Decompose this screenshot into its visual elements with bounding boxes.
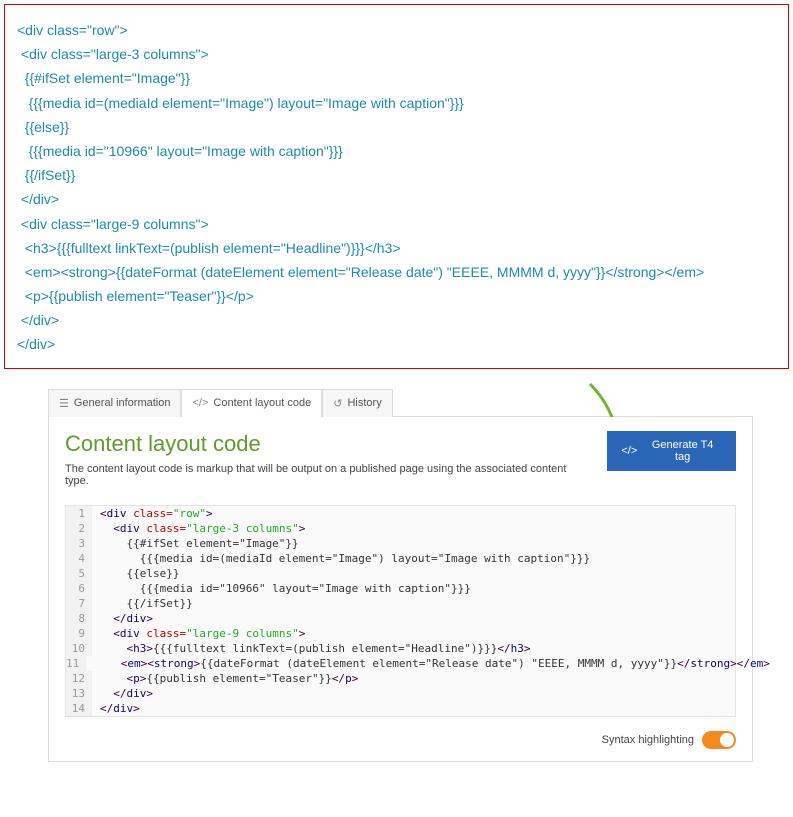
tabs: ☰ General information </> Content layout c… [48,389,753,417]
editor-row: 2 <div class="large-3 columns"> [66,521,735,536]
code-line: {{{media id=(mediaId element="Image") la… [92,551,590,566]
code-line: {{{media id="10966" layout="Image with c… [92,581,471,596]
editor-row: 9 <div class="large-9 columns"> [66,626,735,641]
editor-row: 5 {{else}} [66,566,735,581]
code-line: </div> [92,611,153,626]
code-line: {{/ifSet}} [92,596,193,611]
line-number: 10 [66,641,92,656]
code-line: <div class="large-3 columns"> [92,521,305,536]
line-number: 11 [66,656,86,671]
line-number: 7 [66,596,92,611]
generate-t4-button[interactable]: </> Generate T4 tag [607,431,736,471]
line-number: 13 [66,686,92,701]
history-icon: ↺ [333,397,342,410]
line-number: 1 [66,506,92,521]
template-line: {{{media id="10966" layout="Image with c… [17,142,776,160]
editor-row: 14</div> [66,701,735,716]
tab-label: Content layout code [213,397,311,409]
editor-row: 6 {{{media id="10966" layout="Image with… [66,581,735,596]
line-number: 8 [66,611,92,626]
tab-label: History [347,397,381,409]
tab-history[interactable]: ↺ History [322,389,392,417]
code-icon: </> [621,445,637,457]
code-editor[interactable]: 1<div class="row">2 <div class="large-3 … [65,505,736,717]
editor-row: 11 <em><strong>{{dateFormat (dateElement… [66,656,735,671]
tab-code[interactable]: </> Content layout code [181,389,322,417]
template-line: <em><strong>{{dateFormat (dateElement el… [17,263,776,281]
code-line: <p>{{publish element="Teaser"}}</p> [92,671,358,686]
code-icon: </> [192,397,208,409]
editor-row: 7 {{/ifSet}} [66,596,735,611]
slider-icon: ☰ [59,397,69,410]
line-number: 14 [66,701,92,716]
card: Content layout code The content layout c… [48,417,753,762]
layout-panel: ☰General information </>Content layout c… [48,389,753,762]
editor-row: 13 </div> [66,686,735,701]
code-line: <em><strong>{{dateFormat (dateElement el… [86,656,770,671]
syntax-toggle[interactable] [702,731,736,749]
syntax-toggle-row: Syntax highlighting [65,731,736,749]
template-line: {{#ifSet element="Image"}} [17,69,776,87]
syntax-label: Syntax highlighting [602,734,694,746]
template-line: </div> [17,311,776,329]
editor-row: 12 <p>{{publish element="Teaser"}}</p> [66,671,735,686]
code-line: {{else}} [92,566,179,581]
template-line: <div class="row"> [17,21,776,39]
card-title: Content layout code [65,431,587,457]
template-line: {{else}} [17,118,776,136]
line-number: 2 [66,521,92,536]
template-line: <p>{{publish element="Teaser"}}</p> [17,287,776,305]
code-line: </div> [92,701,140,716]
editor-row: 8 </div> [66,611,735,626]
template-line: </div> [17,335,776,353]
editor-row: 4 {{{media id=(mediaId element="Image") … [66,551,735,566]
code-line: <div class="row"> [92,506,213,521]
line-number: 6 [66,581,92,596]
editor-row: 1<div class="row"> [66,506,735,521]
template-line: {{{media id=(mediaId element="Image") la… [17,94,776,112]
line-number: 4 [66,551,92,566]
code-line: <h3>{{{fulltext linkText=(publish elemen… [92,641,531,656]
template-line: <div class="large-9 columns"> [17,215,776,233]
editor-row: 3 {{#ifSet element="Image"}} [66,536,735,551]
button-label: Generate T4 tag [643,439,722,463]
code-line: <div class="large-9 columns"> [92,626,305,641]
line-number: 3 [66,536,92,551]
code-line: {{#ifSet element="Image"}} [92,536,299,551]
tab-general[interactable]: ☰ General information [48,389,181,417]
template-line: {{/ifSet}} [17,166,776,184]
template-line: <div class="large-3 columns"> [17,45,776,63]
editor-row: 10 <h3>{{{fulltext linkText=(publish ele… [66,641,735,656]
template-line: </div> [17,190,776,208]
line-number: 5 [66,566,92,581]
line-number: 9 [66,626,92,641]
tab-label: General information [74,397,171,409]
line-number: 12 [66,671,92,686]
template-line: <h3>{{{fulltext linkText=(publish elemen… [17,239,776,257]
card-description: The content layout code is markup that w… [65,463,587,487]
code-line: </div> [92,686,153,701]
tab-spacer [393,389,753,417]
raw-template-box: <div class="row"> <div class="large-3 co… [4,4,789,369]
